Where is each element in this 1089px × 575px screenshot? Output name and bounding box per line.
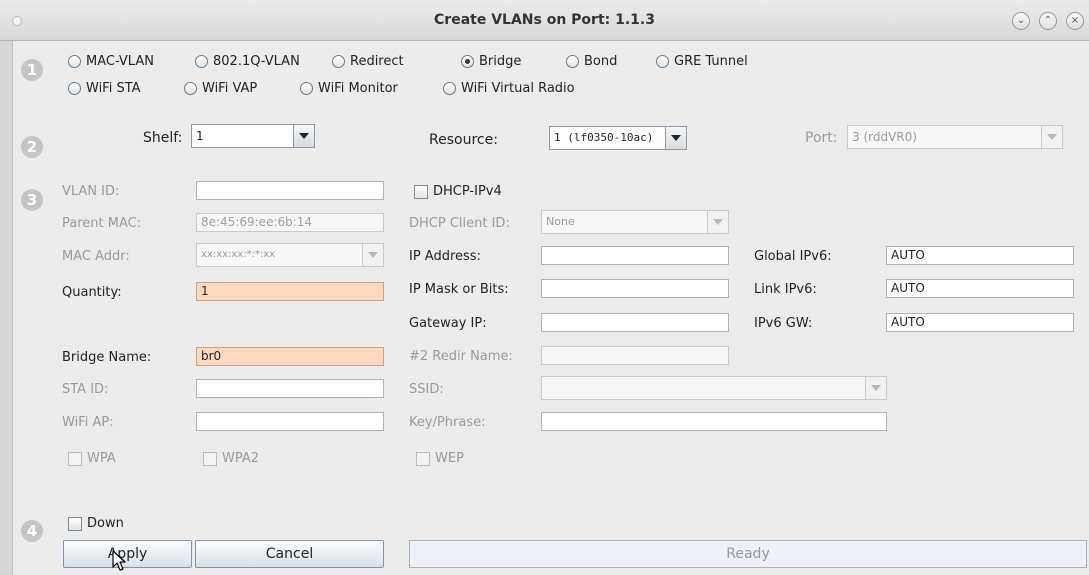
- dialog-body: 1 2 3 4 MAC-VLAN 802.1Q-VLAN Redirect Br…: [12, 41, 1089, 575]
- step-4-icon: 4: [21, 520, 43, 542]
- quantity-label: Quantity:: [62, 285, 122, 300]
- radio-icon: [68, 82, 81, 95]
- ip-address-label: IP Address:: [409, 249, 481, 264]
- radio-wifi-virtual-radio[interactable]: WiFi Virtual Radio: [443, 81, 575, 96]
- vlan-id-label: VLAN ID:: [62, 184, 120, 199]
- radio-icon: [443, 82, 456, 95]
- radio-selected-icon: [461, 55, 474, 68]
- resource-label: Resource:: [429, 132, 498, 148]
- down-checkbox[interactable]: Down: [68, 516, 124, 531]
- status-bar: Ready: [409, 540, 1087, 568]
- shelf-select[interactable]: 1: [191, 124, 315, 148]
- maximize-icon[interactable]: ⌃: [1039, 12, 1057, 30]
- chevron-down-icon[interactable]: [665, 127, 686, 149]
- ip-mask-label: IP Mask or Bits:: [409, 282, 509, 297]
- key-phrase-label: Key/Phrase:: [409, 415, 486, 430]
- window-title: Create VLANs on Port: 1.1.3: [434, 12, 655, 28]
- radio-bond[interactable]: Bond: [566, 54, 617, 69]
- gateway-ip-field[interactable]: [541, 313, 729, 332]
- chevron-down-icon[interactable]: [293, 125, 314, 147]
- port-label: Port:: [805, 130, 838, 146]
- sta-id-field[interactable]: [196, 379, 384, 398]
- redir-name-field[interactable]: [541, 346, 729, 365]
- wpa-checkbox[interactable]: WPA: [68, 451, 116, 466]
- gateway-ip-label: Gateway IP:: [409, 316, 487, 331]
- radio-icon: [656, 55, 669, 68]
- key-phrase-field[interactable]: [541, 412, 887, 431]
- global-ipv6-label: Global IPv6:: [754, 249, 832, 264]
- cancel-button[interactable]: Cancel: [195, 540, 384, 568]
- close-icon[interactable]: ×: [1066, 12, 1084, 30]
- parent-mac-label: Parent MAC:: [62, 216, 142, 231]
- wpa2-checkbox[interactable]: WPA2: [203, 451, 259, 466]
- link-ipv6-label: Link IPv6:: [754, 282, 817, 297]
- radio-wifi-sta[interactable]: WiFi STA: [68, 81, 141, 96]
- ssid-select[interactable]: [541, 376, 887, 400]
- title-bar: Create VLANs on Port: 1.1.3 ⌄ ⌃ ×: [0, 0, 1089, 41]
- chevron-down-icon[interactable]: [865, 377, 886, 399]
- redir-name-label: #2 Redir Name:: [409, 349, 513, 364]
- radio-wifi-monitor[interactable]: WiFi Monitor: [300, 81, 398, 96]
- port-select[interactable]: 3 (rddVR0): [847, 125, 1063, 149]
- quantity-field[interactable]: 1: [196, 282, 384, 301]
- ip-mask-field[interactable]: [541, 279, 729, 298]
- chevron-down-icon[interactable]: [707, 211, 728, 233]
- radio-icon: [195, 55, 208, 68]
- step-1-icon: 1: [21, 59, 43, 81]
- radio-mac-vlan[interactable]: MAC-VLAN: [68, 54, 154, 69]
- ip-address-field[interactable]: [541, 246, 729, 265]
- radio-bridge[interactable]: Bridge: [461, 54, 521, 69]
- radio-8021q-vlan[interactable]: 802.1Q-VLAN: [195, 54, 300, 69]
- dhcp-client-id-label: DHCP Client ID:: [409, 216, 510, 231]
- parent-mac-field[interactable]: 8e:45:69:ee:6b:14: [196, 213, 384, 232]
- mouse-pointer-icon: [112, 550, 126, 571]
- radio-icon: [68, 55, 81, 68]
- sta-id-label: STA ID:: [62, 382, 109, 397]
- wep-checkbox[interactable]: WEP: [416, 451, 464, 466]
- wifi-ap-label: WiFi AP:: [62, 415, 114, 430]
- minimize-icon[interactable]: ⌄: [1012, 12, 1030, 30]
- global-ipv6-field[interactable]: AUTO: [886, 246, 1074, 265]
- bridge-name-label: Bridge Name:: [62, 350, 152, 365]
- mac-addr-select[interactable]: xx:xx:xx:*:*:xx: [196, 243, 384, 267]
- chevron-down-icon[interactable]: [1041, 126, 1062, 148]
- bridge-name-field[interactable]: br0: [196, 347, 384, 366]
- ipv6-gw-field[interactable]: AUTO: [886, 313, 1074, 332]
- wifi-ap-field[interactable]: [196, 412, 384, 431]
- checkbox-icon: [68, 516, 82, 531]
- dhcp-client-id-select[interactable]: None: [541, 210, 729, 234]
- radio-icon: [300, 82, 313, 95]
- resource-select[interactable]: 1 (lf0350-10ac): [549, 126, 687, 150]
- chevron-down-icon[interactable]: [362, 244, 383, 266]
- mac-addr-label: MAC Addr:: [62, 249, 130, 264]
- radio-wifi-vap[interactable]: WiFi VAP: [184, 81, 257, 96]
- dhcp-ipv4-checkbox[interactable]: DHCP-IPv4: [414, 184, 502, 199]
- checkbox-icon: [68, 451, 82, 466]
- shelf-label: Shelf:: [143, 130, 183, 146]
- step-2-icon: 2: [21, 136, 43, 158]
- radio-icon: [184, 82, 197, 95]
- checkbox-icon: [203, 451, 217, 466]
- ssid-label: SSID:: [409, 382, 444, 397]
- radio-icon: [566, 55, 579, 68]
- radio-icon: [332, 55, 345, 68]
- step-3-icon: 3: [21, 189, 43, 211]
- checkbox-icon: [416, 451, 430, 466]
- radio-redirect[interactable]: Redirect: [332, 54, 404, 69]
- checkbox-icon: [414, 184, 428, 199]
- vlan-id-field[interactable]: [196, 181, 384, 200]
- radio-gre-tunnel[interactable]: GRE Tunnel: [656, 54, 748, 69]
- ipv6-gw-label: IPv6 GW:: [754, 316, 813, 331]
- link-ipv6-field[interactable]: AUTO: [886, 279, 1074, 298]
